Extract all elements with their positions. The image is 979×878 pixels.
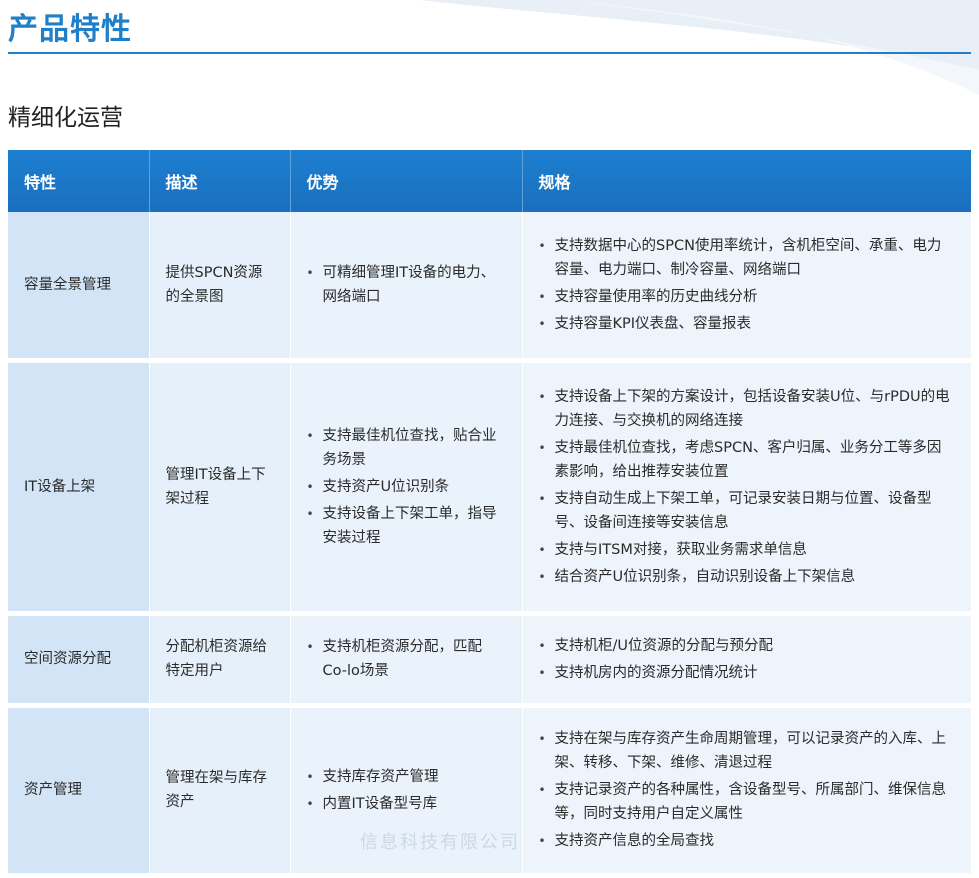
list-item: 支持最佳机位查找，考虑SPCN、客户归属、业务分工等多因素影响，给出推荐安装位置 xyxy=(539,436,956,484)
table-row: 空间资源分配 分配机柜资源给特定用户 支持机柜资源分配，匹配Co-lo场景 支持… xyxy=(8,613,971,708)
advantage-cell: 支持最佳机位查找，贴合业务场景 支持资产U位识别条 支持设备上下架工单，指导安装… xyxy=(290,360,523,616)
table-row: 容量全景管理 提供SPCN资源的全景图 可精细管理IT设备的电力、网络端口 支持… xyxy=(8,212,971,363)
header-description: 描述 xyxy=(149,150,291,212)
description-cell: 管理IT设备上下架过程 xyxy=(149,360,291,616)
section-title: 精细化运营 xyxy=(8,105,123,131)
list-item: 支持数据中心的SPCN使用率统计，含机柜空间、承重、电力容量、电力端口、制冷容量… xyxy=(539,234,956,282)
feature-cell: 空间资源分配 xyxy=(8,613,150,708)
description-cell: 提供SPCN资源的全景图 xyxy=(149,212,291,363)
header-advantage: 优势 xyxy=(290,150,523,212)
spec-cell: 支持机柜/U位资源的分配与预分配 支持机房内的资源分配情况统计 xyxy=(522,613,971,708)
table-header-row: 特性 描述 优势 规格 xyxy=(8,150,971,212)
description-cell: 分配机柜资源给特定用户 xyxy=(149,613,291,708)
title-divider xyxy=(8,52,971,54)
description-cell: 管理在架与库存资产 xyxy=(149,705,291,878)
header-swoosh-decoration xyxy=(420,0,979,95)
list-item: 支持设备上下架工单，指导安装过程 xyxy=(307,502,506,550)
list-item: 支持在架与库存资产生命周期管理，可以记录资产的入库、上架、转移、下架、维修、清退… xyxy=(539,727,956,775)
list-item: 支持容量使用率的历史曲线分析 xyxy=(539,285,956,309)
list-item: 支持与ITSM对接，获取业务需求单信息 xyxy=(539,538,956,562)
table-row: IT设备上架 管理IT设备上下架过程 支持最佳机位查找，贴合业务场景 支持资产U… xyxy=(8,360,971,616)
page-title: 产品特性 xyxy=(8,12,132,47)
list-item: 支持记录资产的各种属性，含设备型号、所属部门、维保信息等，同时支持用户自定义属性 xyxy=(539,778,956,826)
spec-cell: 支持在架与库存资产生命周期管理，可以记录资产的入库、上架、转移、下架、维修、清退… xyxy=(522,705,971,878)
list-item: 结合资产U位识别条，自动识别设备上下架信息 xyxy=(539,565,956,589)
list-item: 支持库存资产管理 xyxy=(307,765,506,789)
feature-cell: IT设备上架 xyxy=(8,360,150,616)
list-item: 可精细管理IT设备的电力、网络端口 xyxy=(307,261,506,309)
list-item: 支持最佳机位查找，贴合业务场景 xyxy=(307,424,506,472)
header-feature: 特性 xyxy=(8,150,150,212)
spec-cell: 支持数据中心的SPCN使用率统计，含机柜空间、承重、电力容量、电力端口、制冷容量… xyxy=(522,212,971,363)
watermark-text: 信息科技有限公司 xyxy=(360,832,520,853)
feature-cell: 容量全景管理 xyxy=(8,212,150,363)
feature-table: 特性 描述 优势 规格 容量全景管理 提供SPCN资源的全景图 可精细管理IT设… xyxy=(8,150,971,878)
list-item: 支持资产信息的全局查找 xyxy=(539,829,956,853)
list-item: 支持机柜资源分配，匹配Co-lo场景 xyxy=(307,635,506,683)
list-item: 支持容量KPI仪表盘、容量报表 xyxy=(539,312,956,336)
list-item: 支持设备上下架的方案设计，包括设备安装U位、与rPDU的电力连接、与交换机的网络… xyxy=(539,385,956,433)
feature-cell: 资产管理 xyxy=(8,705,150,878)
list-item: 支持资产U位识别条 xyxy=(307,475,506,499)
list-item: 支持机柜/U位资源的分配与预分配 xyxy=(539,634,956,658)
spec-cell: 支持设备上下架的方案设计，包括设备安装U位、与rPDU的电力连接、与交换机的网络… xyxy=(522,360,971,616)
list-item: 支持自动生成上下架工单，可记录安装日期与位置、设备型号、设备间连接等安装信息 xyxy=(539,487,956,535)
header-spec: 规格 xyxy=(522,150,971,212)
list-item: 内置IT设备型号库 xyxy=(307,792,506,816)
list-item: 支持机房内的资源分配情况统计 xyxy=(539,661,956,685)
advantage-cell: 可精细管理IT设备的电力、网络端口 xyxy=(290,212,523,363)
advantage-cell: 支持机柜资源分配，匹配Co-lo场景 xyxy=(290,613,523,708)
